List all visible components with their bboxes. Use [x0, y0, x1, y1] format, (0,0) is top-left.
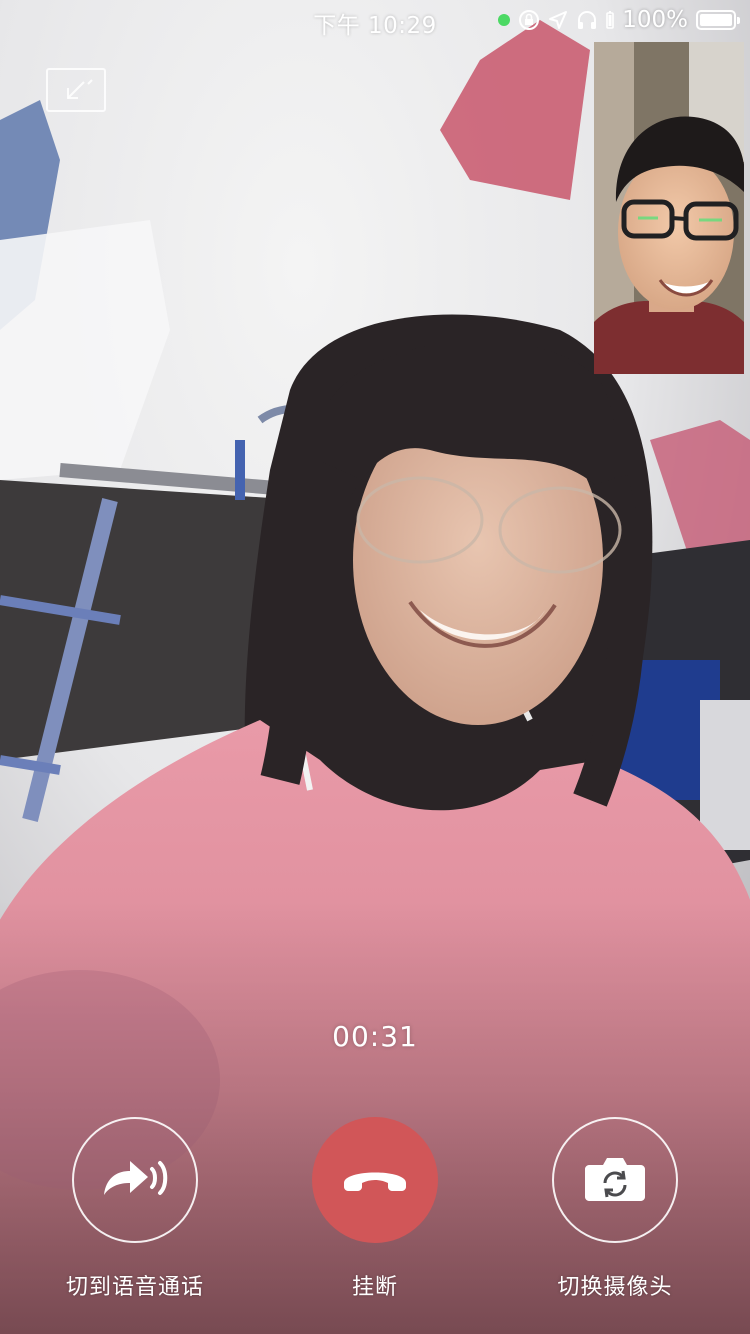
phone-hangup-icon [340, 1161, 410, 1199]
voice-arrow-icon [100, 1155, 170, 1205]
green-dot-indicator [498, 14, 511, 26]
switch-camera-label: 切换摄像头 [557, 1275, 673, 1300]
battery-percent: 100% [622, 7, 688, 33]
minimize-window-icon[interactable] [46, 68, 106, 112]
headphones-icon [576, 9, 598, 31]
battery-secondary-icon [606, 10, 615, 30]
switch-to-voice-label: 切到语音通话 [65, 1275, 204, 1300]
switch-camera-button[interactable] [552, 1117, 678, 1243]
battery-icon [696, 10, 740, 30]
hangup-control: 挂断 [245, 1117, 505, 1301]
call-duration: 00:31 [332, 1020, 418, 1053]
switch-to-voice-control: 切到语音通话 [5, 1117, 265, 1301]
local-camera-preview[interactable] [594, 42, 744, 374]
status-indicators: 100% [498, 6, 740, 34]
orientation-lock-icon [518, 9, 540, 31]
switch-to-voice-button[interactable] [72, 1117, 198, 1243]
hangup-button[interactable] [312, 1117, 438, 1243]
location-arrow-icon [548, 10, 568, 30]
status-bar: 下午 10:29 100% [0, 0, 750, 40]
hangup-label: 挂断 [351, 1275, 398, 1300]
switch-camera-control: 切换摄像头 [485, 1117, 745, 1301]
camera-switch-icon [583, 1153, 647, 1207]
